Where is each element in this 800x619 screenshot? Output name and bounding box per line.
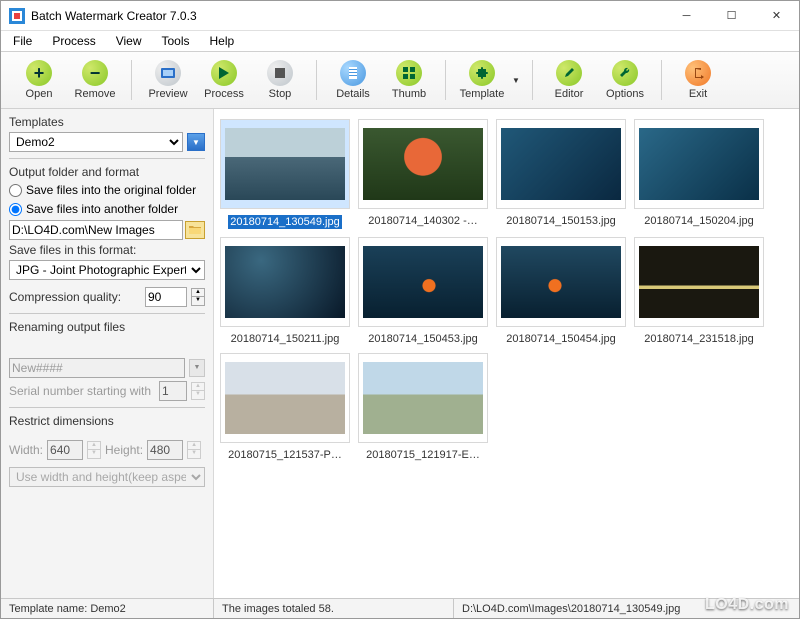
statusbar: Template name: Demo2 The images totaled … <box>1 598 799 618</box>
height-label: Height: <box>105 443 143 457</box>
compression-input[interactable] <box>145 287 187 307</box>
thumbnail-caption: 20180714_150454.jpg <box>506 333 616 345</box>
thumbnail-caption: 20180714_150153.jpg <box>506 215 616 227</box>
preview-icon <box>155 60 181 86</box>
serial-up: ▲ <box>191 382 205 391</box>
thumbnail-pane[interactable]: 20180714_130549.jpg 20180714_140302 -… 201… <box>214 109 799 598</box>
format-select[interactable]: JPG - Joint Photographic Experts ( <box>9 260 205 280</box>
remove-button[interactable]: − Remove <box>69 55 121 105</box>
width-input <box>47 440 83 460</box>
rename-pattern-input <box>9 358 185 378</box>
editor-icon <box>556 60 582 86</box>
compression-label: Compression quality: <box>9 290 141 304</box>
radio-another-folder[interactable] <box>9 203 22 216</box>
thumbnail-caption: 20180714_140302 -… <box>368 215 477 227</box>
thumbnail-item[interactable]: 20180714_231518.jpg <box>634 237 764 345</box>
sidebar: Templates Demo2 ▼ Output folder and form… <box>1 109 214 598</box>
status-template-name: Template name: Demo2 <box>1 599 214 618</box>
wrench-icon <box>612 60 638 86</box>
templates-label: Templates <box>9 115 205 129</box>
play-icon <box>211 60 237 86</box>
thumbnail-item[interactable]: 20180714_150211.jpg <box>220 237 350 345</box>
editor-button[interactable]: Editor <box>543 55 595 105</box>
serial-input <box>159 381 187 401</box>
titlebar: Batch Watermark Creator 7.0.3 ─ ☐ ✕ <box>1 1 799 31</box>
thumbnail-caption: 20180714_231518.jpg <box>644 333 754 345</box>
width-label: Width: <box>9 443 43 457</box>
menu-process[interactable]: Process <box>44 32 103 50</box>
output-header: Output folder and format <box>9 165 205 179</box>
thumbnail-item[interactable]: 20180714_150153.jpg <box>496 119 626 229</box>
thumb-button[interactable]: Thumb <box>383 55 435 105</box>
restrict-header: Restrict dimensions <box>9 414 205 428</box>
details-icon <box>340 60 366 86</box>
menubar: File Process View Tools Help <box>1 31 799 51</box>
window-title: Batch Watermark Creator 7.0.3 <box>31 9 197 23</box>
status-total: The images totaled 58. <box>214 599 454 618</box>
thumbnail-caption: 20180714_150453.jpg <box>368 333 478 345</box>
options-button[interactable]: Options <box>599 55 651 105</box>
thumbnail-item[interactable]: 20180714_150454.jpg <box>496 237 626 345</box>
menu-tools[interactable]: Tools <box>154 32 198 50</box>
thumbnail-caption: 20180714_150211.jpg <box>231 333 340 345</box>
thumbnail-caption: 20180714_150204.jpg <box>644 215 754 227</box>
menu-view[interactable]: View <box>108 32 150 50</box>
puzzle-icon <box>469 60 495 86</box>
toolbar: + Open − Remove Preview Process Stop Det… <box>1 51 799 109</box>
thumbnail-item[interactable]: 20180715_121537-P… <box>220 353 350 461</box>
template-dropdown-button[interactable]: ▼ <box>187 133 205 151</box>
thumbnail-item[interactable]: 20180714_140302 -… <box>358 119 488 229</box>
thumbnail-item[interactable]: 20180715_121917-E… <box>358 353 488 461</box>
plus-icon: + <box>26 60 52 86</box>
aspect-select: Use width and height(keep aspect <box>9 467 205 487</box>
template-dropdown[interactable]: ▼ <box>512 55 522 105</box>
menu-file[interactable]: File <box>5 32 40 50</box>
browse-folder-button[interactable] <box>185 221 205 239</box>
exit-button[interactable]: Exit <box>672 55 724 105</box>
open-button[interactable]: + Open <box>13 55 65 105</box>
thumbnail-item[interactable]: 20180714_150204.jpg <box>634 119 764 229</box>
serial-down: ▼ <box>191 391 205 400</box>
thumbnail-item[interactable]: 20180714_130549.jpg <box>220 119 350 229</box>
menu-help[interactable]: Help <box>202 32 243 50</box>
close-button[interactable]: ✕ <box>754 2 799 30</box>
height-input <box>147 440 183 460</box>
site-watermark: LO4D.com <box>705 596 789 614</box>
preview-button[interactable]: Preview <box>142 55 194 105</box>
thumbnail-caption: 20180714_130549.jpg <box>228 215 342 229</box>
radio-original-folder[interactable] <box>9 184 22 197</box>
stop-icon <box>267 60 293 86</box>
rename-header: Renaming output files <box>9 320 205 334</box>
details-button[interactable]: Details <box>327 55 379 105</box>
thumbnail-item[interactable]: 20180714_150453.jpg <box>358 237 488 345</box>
app-icon <box>9 8 25 24</box>
serial-label: Serial number starting with <box>9 384 155 398</box>
template-select[interactable]: Demo2 <box>9 132 183 152</box>
minimize-button[interactable]: ─ <box>664 2 709 30</box>
output-path-input[interactable] <box>9 220 183 240</box>
maximize-button[interactable]: ☐ <box>709 2 754 30</box>
template-button[interactable]: Template <box>456 55 508 105</box>
exit-icon <box>685 60 711 86</box>
format-label: Save files in this format: <box>9 243 205 257</box>
compression-down[interactable]: ▼ <box>191 297 205 306</box>
rename-dropdown: ▼ <box>189 359 205 377</box>
thumbnail-caption: 20180715_121537-P… <box>228 449 342 461</box>
compression-up[interactable]: ▲ <box>191 288 205 297</box>
minus-icon: − <box>82 60 108 86</box>
thumbnail-caption: 20180715_121917-E… <box>366 449 480 461</box>
process-button[interactable]: Process <box>198 55 250 105</box>
thumb-icon <box>396 60 422 86</box>
stop-button[interactable]: Stop <box>254 55 306 105</box>
